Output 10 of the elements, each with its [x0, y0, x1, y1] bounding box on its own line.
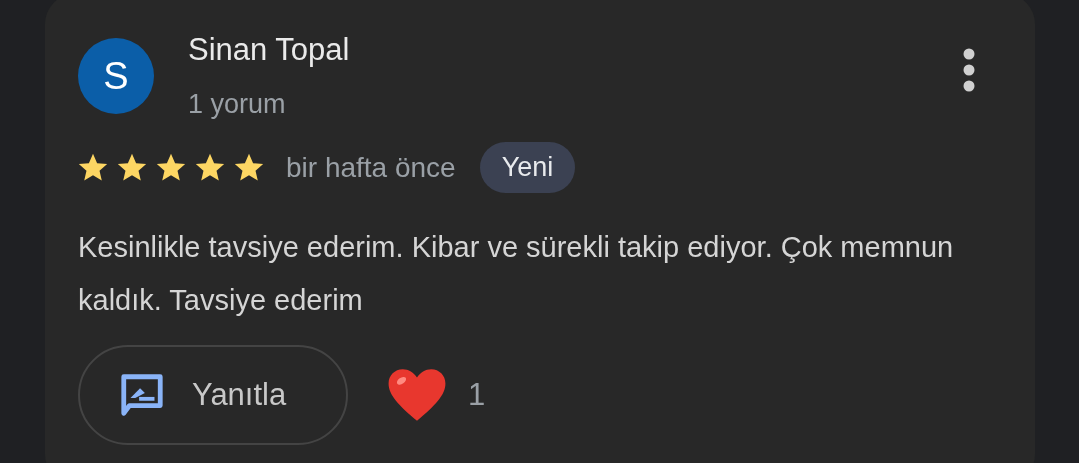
new-badge: Yeni: [479, 142, 576, 193]
reply-button[interactable]: Yanıtla: [78, 345, 348, 445]
more-options-icon[interactable]: [963, 48, 975, 92]
review-time: bir hafta önce: [286, 151, 456, 184]
reply-icon: [118, 371, 166, 419]
review-count: 1 yorum: [188, 88, 287, 120]
avatar: S: [78, 38, 154, 114]
review-text: Kesinlikle tavsiye ederim. Kibar ve sürekli takip ediyor. Çok memnun kaldık. Tavsiye ederim: [78, 230, 955, 318]
reaction-count: 1: [468, 377, 486, 413]
reviewer-name[interactable]: Sinan Topal: [188, 32, 963, 68]
